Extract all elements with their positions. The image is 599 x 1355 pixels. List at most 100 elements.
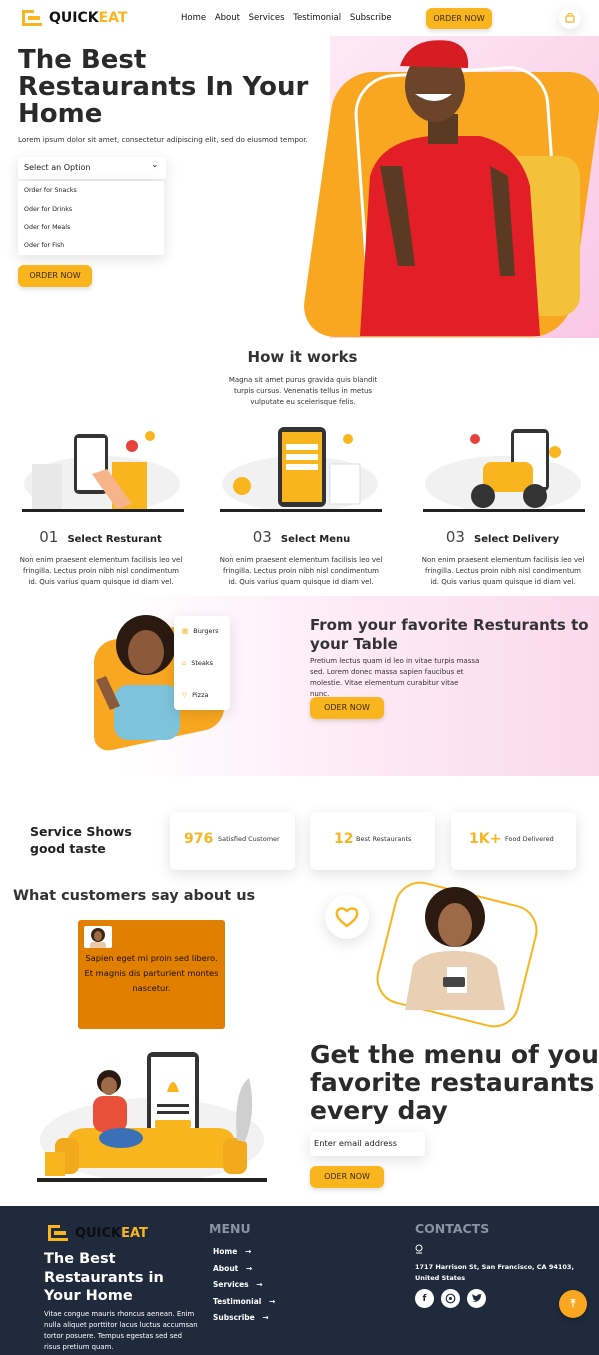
chevron-down-icon: ⌄ — [151, 160, 159, 170]
hero-delivery-man-image — [360, 40, 580, 336]
favorite-text: Pretium lectus quam id leo in vitae turp… — [310, 657, 480, 698]
happy-woman-image — [96, 615, 180, 740]
how-title: How it works — [247, 348, 358, 366]
hero-title: The Best Restaurants In Your Home — [18, 45, 309, 129]
select-restaurant-illustration — [22, 431, 184, 512]
category-steaks[interactable]: ⌂ Steaks — [182, 659, 213, 667]
hero-subtitle: Lorem ipsum dolor sit amet, consectetur … — [18, 135, 308, 144]
twitter-icon — [471, 1294, 482, 1302]
favorite-heart-button[interactable] — [325, 895, 369, 939]
favorite-order-button[interactable]: ODER NOW — [310, 697, 384, 719]
step-2-text: Non enim praesent elementum facilisis le… — [219, 556, 383, 586]
nav-about[interactable]: About — [215, 13, 240, 23]
how-subtitle: Magna sit amet purus gravida quis blandi… — [228, 376, 378, 406]
testimonial-card: Sapien eget mi proin sed libero. Et magn… — [78, 920, 225, 1029]
footer-text: Vitae congue mauris rhoncus aenean. Enim… — [44, 1310, 198, 1351]
stat-card-delivered: 1K+ Food Delivered — [451, 812, 576, 870]
arrow-right-icon: → — [244, 1247, 252, 1256]
cart-button[interactable] — [559, 7, 581, 29]
footer-title: The Best Restaurants in Your Home — [44, 1251, 164, 1304]
step-3-label: Select Delivery — [474, 534, 560, 545]
steak-icon: ⌂ — [182, 659, 187, 667]
header-order-button[interactable]: ORDER NOW — [426, 8, 492, 29]
arrow-up-icon: ⤒ — [570, 1297, 576, 1310]
social-twitter[interactable] — [467, 1289, 486, 1308]
step-3-number: 03 — [445, 528, 465, 546]
option-drinks[interactable]: Oder for Drinks — [24, 206, 72, 213]
logo-icon — [48, 1225, 68, 1241]
select-delivery-illustration — [423, 429, 585, 512]
step-3-text: Non enim praesent elementum facilisis le… — [421, 556, 585, 586]
footer-link-about[interactable]: About → — [213, 1261, 275, 1278]
logo[interactable]: QUICKEAT — [20, 7, 130, 29]
category-pizza[interactable]: ▽ Pizza — [182, 691, 208, 699]
nav-services[interactable]: Services — [249, 13, 285, 23]
main-nav: Home About Services Testimonial Subscrib… — [181, 13, 392, 23]
stat-card-restaurants: 12 Best Restaurants — [310, 812, 435, 870]
footer-logo[interactable]: QUICKEAT — [45, 1222, 155, 1244]
arrow-right-icon: → — [245, 1263, 253, 1273]
burger-icon: ▦ — [182, 627, 189, 635]
brand-quick: QUICK — [75, 1226, 122, 1241]
order-type-select[interactable]: Select an Option ⌄ — [18, 157, 166, 179]
select-menu-illustration — [220, 427, 382, 512]
customer-avatar — [84, 926, 112, 948]
nav-testimonial[interactable]: Testimonial — [293, 13, 341, 23]
favorite-title: From your favorite Resturants to your Ta… — [310, 616, 589, 653]
arrow-right-icon: → — [262, 1313, 269, 1322]
brand-eat: EAT — [121, 1226, 148, 1241]
step-1-number: 01 — [39, 528, 59, 546]
social-facebook[interactable]: f — [415, 1289, 434, 1308]
nav-subscribe[interactable]: Subscribe — [350, 13, 392, 23]
testimonial-title: What customers say about us — [13, 888, 256, 904]
step-2-number: 03 — [252, 528, 272, 546]
arrow-right-icon: → — [268, 1296, 276, 1306]
stat-value: 976 — [184, 831, 214, 847]
step-1-label: Select Resturant — [67, 534, 162, 545]
stat-value: 1K+ — [469, 831, 502, 847]
step-2-heading: 03 Select Menu — [201, 527, 402, 546]
social-whatsapp[interactable] — [441, 1289, 460, 1308]
menu-cta-order-button[interactable]: ODER NOW — [310, 1166, 384, 1188]
footer-link-home[interactable]: Home → — [213, 1244, 275, 1261]
stat-label: Best Restaurants — [356, 835, 412, 843]
footer-link-subscribe[interactable]: Subscribe → — [213, 1310, 275, 1327]
logo-icon — [22, 10, 42, 26]
step-1-text: Non enim praesent elementum facilisis le… — [19, 556, 183, 586]
heart-icon — [335, 907, 359, 928]
step-3-heading: 03 Select Delivery — [402, 527, 599, 546]
facebook-icon: f — [422, 1293, 427, 1304]
arrow-right-icon: → — [256, 1280, 263, 1289]
whatsapp-icon — [445, 1293, 456, 1304]
option-meals[interactable]: Oder for Meals — [24, 224, 70, 231]
cart-icon — [565, 13, 575, 23]
footer: QUICKEAT The Best Restaurants in Your Ho… — [0, 1206, 599, 1355]
stat-label: Satisfied Customer — [218, 835, 280, 843]
site-header: QUICKEAT Home About Services Testimonial… — [0, 0, 599, 38]
hero-order-button[interactable]: ORDER NOW — [18, 265, 92, 287]
step-1-heading: 01 Select Resturant — [0, 527, 201, 546]
woman-with-phone-image — [405, 887, 505, 1010]
nav-home[interactable]: Home — [181, 13, 206, 23]
email-field[interactable]: Enter email address — [310, 1132, 425, 1156]
option-snacks[interactable]: Order for Snacks — [24, 187, 77, 194]
stat-card-customers: 976 Satisfied Customer — [170, 812, 295, 870]
stat-label: Food Delivered — [505, 835, 554, 843]
testimonial-quote: Sapien eget mi proin sed libero. Et magn… — [84, 953, 219, 993]
footer-contacts-title: CONTACTS — [415, 1221, 490, 1236]
brand-quick: QUICK — [49, 10, 99, 26]
scroll-top-button[interactable]: ⤒ — [559, 1290, 587, 1318]
footer-menu-title: MENU — [209, 1221, 251, 1236]
select-placeholder: Select an Option — [24, 163, 91, 172]
select-dropdown: Order for Snacks Oder for Drinks Oder fo… — [18, 181, 164, 255]
footer-link-testimonial[interactable]: Testimonial → — [213, 1294, 275, 1311]
category-burgers[interactable]: ▦ Burgers — [182, 627, 219, 635]
footer-link-services[interactable]: Services → — [213, 1277, 275, 1294]
footer-address: 1717 Harrison St, San Francisco, CA 9410… — [415, 1263, 574, 1282]
subscribe-illustration — [37, 1052, 267, 1182]
footer-menu: Home → About → Services → Testimonial → … — [213, 1244, 275, 1327]
option-fish[interactable]: Oder for Fish — [24, 242, 64, 249]
food-category-menu: ▦ Burgers ⌂ Steaks ▽ Pizza — [174, 616, 230, 710]
stat-value: 12 — [334, 831, 354, 847]
menu-cta-title: Get the menu of your favorite restaurant… — [310, 1040, 599, 1125]
